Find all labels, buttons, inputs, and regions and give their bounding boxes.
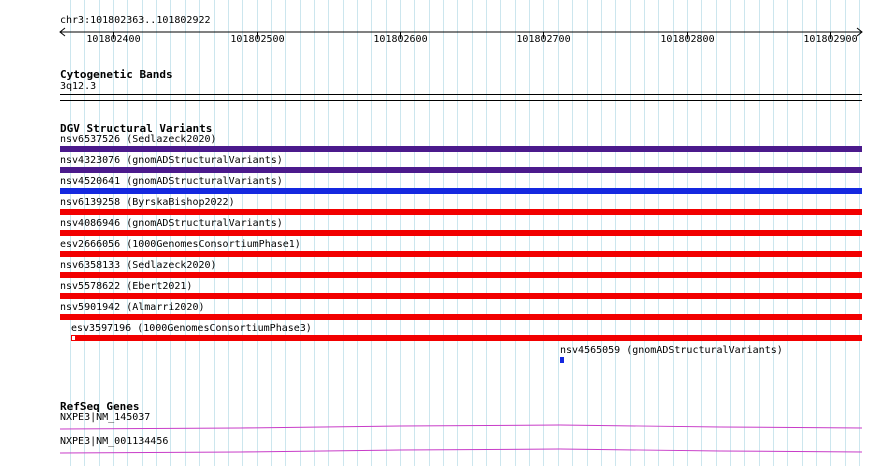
genome-browser-view: chr3:101802363..101802922 101802400 10180… (0, 0, 890, 466)
ruler-tick-label: 101802900 (803, 34, 858, 45)
dgv-feature-label[interactable]: nsv6537526 (Sedlazeck2020) (60, 134, 217, 146)
dgv-feature-label[interactable]: nsv5578622 (Ebert2021) (60, 281, 192, 293)
refseq-gene-label[interactable]: NXPE3|NM_145037 (60, 412, 150, 424)
dgv-feature-label[interactable]: nsv6139258 (ByrskaBishop2022) (60, 197, 235, 209)
dgv-feature-bar[interactable] (60, 230, 862, 236)
dgv-feature-label[interactable]: nsv5901942 (Almarri2020) (60, 302, 205, 314)
track-divider (60, 100, 862, 101)
dgv-feature-label[interactable]: nsv4520641 (gnomADStructuralVariants) (60, 176, 283, 188)
dgv-feature-bar[interactable] (60, 293, 862, 299)
dgv-feature-label[interactable]: nsv6358133 (Sedlazeck2020) (60, 260, 217, 272)
dgv-feature-label[interactable]: nsv4565059 (gnomADStructuralVariants) (560, 345, 783, 357)
dgv-feature-bar[interactable] (60, 272, 862, 278)
cytoband-line[interactable] (60, 94, 862, 95)
dgv-feature-bar[interactable] (60, 146, 862, 152)
dgv-feature-bar[interactable] (560, 357, 564, 363)
dgv-feature-label[interactable]: nsv4323076 (gnomADStructuralVariants) (60, 155, 283, 167)
ruler-tick-label: 101802400 (86, 34, 141, 45)
ruler-tick-label: 101802600 (373, 34, 428, 45)
refseq-gene-model[interactable] (0, 448, 890, 458)
dgv-feature-bar[interactable] (60, 251, 862, 257)
cytoband-track-title: Cytogenetic Bands (60, 68, 173, 81)
refseq-gene-label[interactable]: NXPE3|NM_001134456 (60, 436, 168, 448)
dgv-feature-bar[interactable] (71, 335, 862, 341)
dgv-feature-start-marker (71, 335, 76, 341)
ruler-tick-label: 101802500 (230, 34, 285, 45)
dgv-feature-label[interactable]: esv2666056 (1000GenomesConsortiumPhase1) (60, 239, 301, 251)
dgv-feature-label[interactable]: esv3597196 (1000GenomesConsortiumPhase3) (71, 323, 312, 335)
refseq-gene-model[interactable] (0, 424, 890, 434)
dgv-feature-bar[interactable] (60, 209, 862, 215)
dgv-feature-bar[interactable] (60, 167, 862, 173)
ruler-tick-label: 101802700 (516, 34, 571, 45)
refseq-gene-line (59, 448, 863, 454)
cytoband-label: 3q12.3 (60, 81, 97, 92)
refseq-gene-line (59, 424, 863, 430)
dgv-feature-label[interactable]: nsv4086946 (gnomADStructuralVariants) (60, 218, 283, 230)
ruler-tick-label: 101802800 (660, 34, 715, 45)
dgv-feature-bar[interactable] (60, 188, 862, 194)
dgv-feature-bar[interactable] (60, 314, 862, 320)
